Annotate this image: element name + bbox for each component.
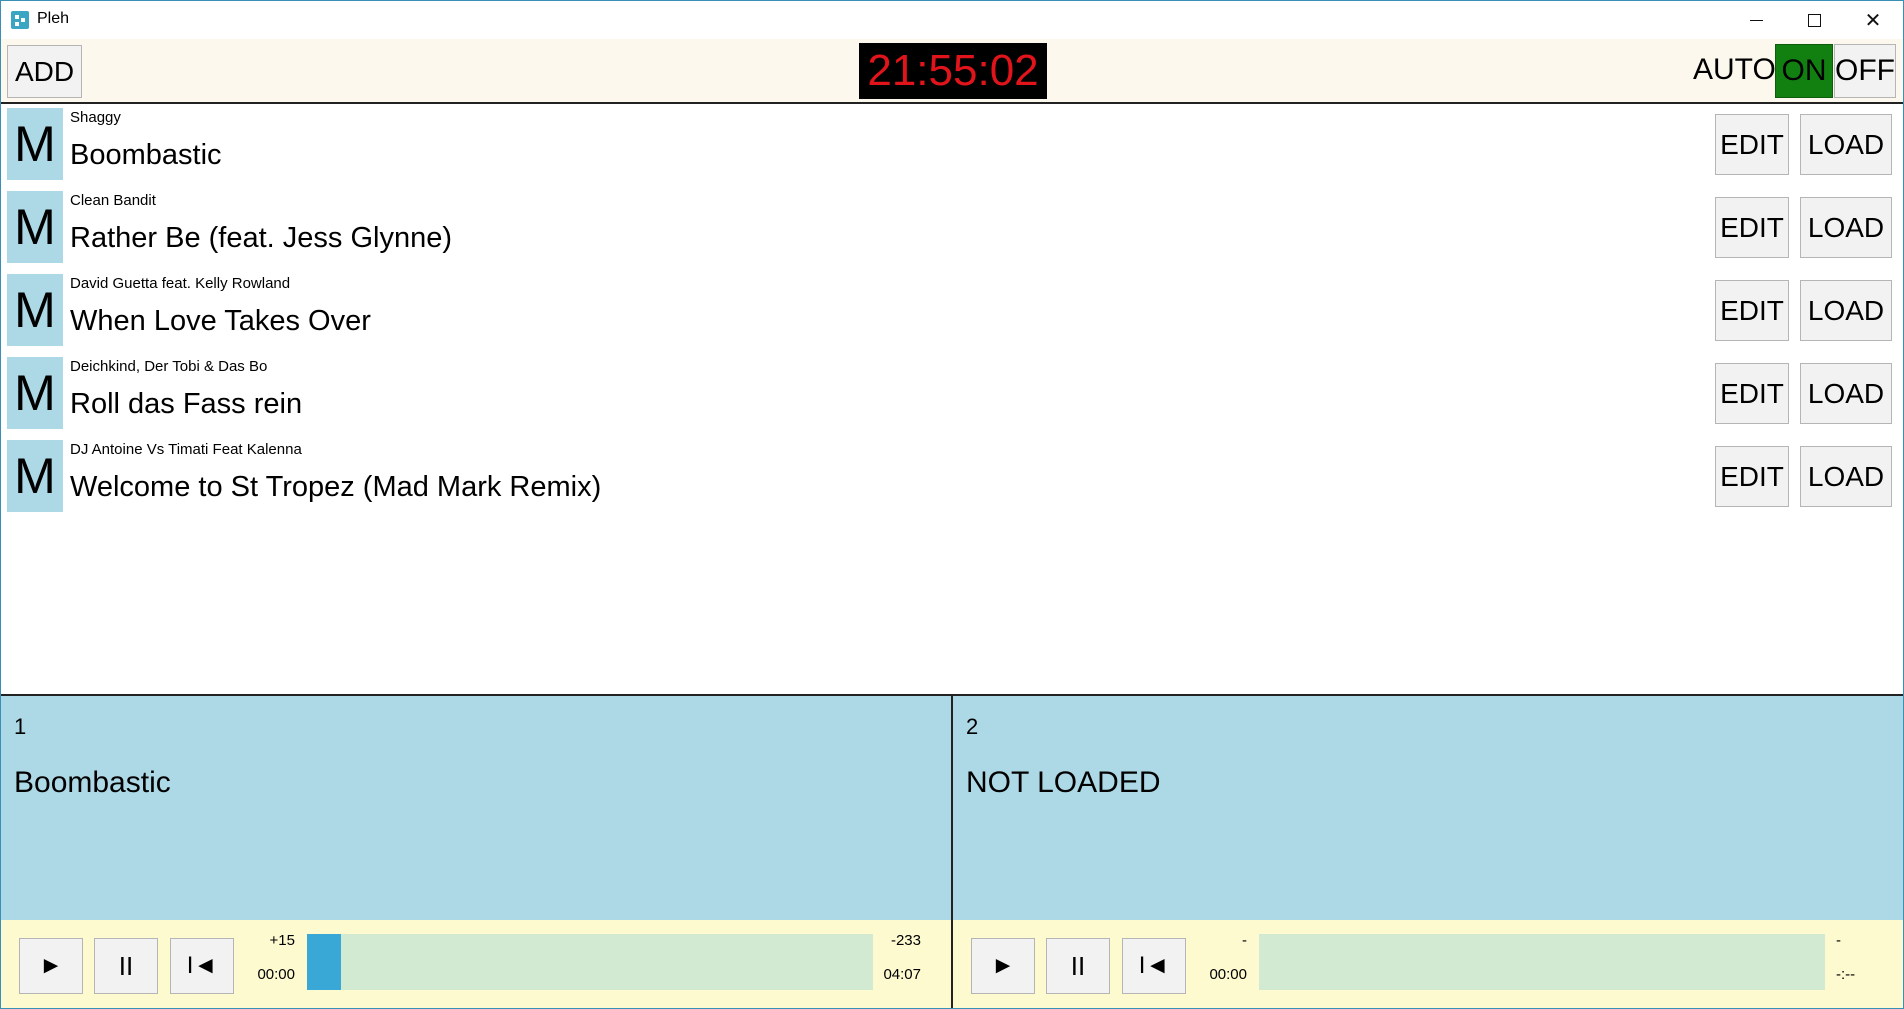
remaining-seconds: - bbox=[1836, 932, 1841, 949]
load-button[interactable]: LOAD bbox=[1800, 446, 1892, 507]
deck-number: 1 bbox=[14, 714, 27, 739]
rewind-button[interactable]: I◄ bbox=[1122, 938, 1186, 994]
add-button[interactable]: ADD bbox=[7, 45, 82, 98]
edit-button[interactable]: EDIT bbox=[1715, 446, 1789, 507]
progress-fill bbox=[307, 934, 341, 990]
minimize-icon bbox=[1749, 19, 1763, 21]
maximize-button[interactable] bbox=[1785, 1, 1843, 39]
music-icon: M bbox=[7, 440, 63, 512]
music-icon: M bbox=[7, 191, 63, 263]
auto-off-button[interactable]: OFF bbox=[1834, 44, 1896, 98]
window-title: Pleh bbox=[37, 10, 70, 27]
deck-1: 1 Boombastic ► II I◄ +15 00:00 -233 04:0… bbox=[1, 696, 951, 1008]
track-list: M Shaggy Boombastic EDIT LOAD M Clean Ba… bbox=[1, 104, 1903, 694]
auto-label: AUTO bbox=[1693, 53, 1776, 86]
play-icon: ► bbox=[39, 952, 63, 979]
load-button[interactable]: LOAD bbox=[1800, 114, 1892, 175]
deck-number: 2 bbox=[966, 714, 979, 739]
load-button[interactable]: LOAD bbox=[1800, 197, 1892, 258]
play-button[interactable]: ► bbox=[971, 938, 1035, 994]
close-button[interactable]: ✕ bbox=[1844, 1, 1902, 39]
total-time: -:-- bbox=[1836, 966, 1856, 983]
elapsed-time: 00:00 bbox=[1209, 966, 1247, 983]
remaining-seconds: -233 bbox=[890, 932, 921, 949]
play-button[interactable]: ► bbox=[19, 938, 83, 994]
deck-title: Boombastic bbox=[14, 766, 171, 799]
progress-bar[interactable] bbox=[1259, 934, 1825, 990]
pause-button[interactable]: II bbox=[1046, 938, 1110, 994]
rewind-icon: I◄ bbox=[186, 952, 218, 979]
pause-icon: II bbox=[1070, 950, 1086, 981]
track-row: M Clean Bandit Rather Be (feat. Jess Gly… bbox=[1, 187, 1903, 270]
elapsed-seconds: +15 bbox=[269, 932, 295, 949]
elapsed-time: 00:00 bbox=[257, 966, 295, 983]
track-row: M Deichkind, Der Tobi & Das Bo Roll das … bbox=[1, 353, 1903, 436]
title-bar: Pleh ✕ bbox=[1, 1, 1903, 39]
minimize-button[interactable] bbox=[1727, 1, 1785, 39]
app-window: Pleh ✕ ADD 21:55:02 AUTO ON OFF M Shaggy… bbox=[0, 0, 1904, 1009]
track-artist: Clean Bandit bbox=[70, 192, 156, 209]
progress-bar[interactable] bbox=[307, 934, 873, 990]
edit-button[interactable]: EDIT bbox=[1715, 280, 1789, 341]
deck-controls: ► II I◄ +15 00:00 -233 04:07 bbox=[1, 920, 951, 1008]
elapsed-seconds: - bbox=[1242, 932, 1247, 949]
deck-title: NOT LOADED bbox=[966, 766, 1161, 799]
app-logo-icon bbox=[11, 11, 29, 29]
decks-panel: 1 Boombastic ► II I◄ +15 00:00 -233 04:0… bbox=[1, 694, 1903, 1008]
track-artist: Shaggy bbox=[70, 109, 121, 126]
play-icon: ► bbox=[991, 952, 1015, 979]
track-title: Rather Be (feat. Jess Glynne) bbox=[70, 222, 452, 254]
track-row: M David Guetta feat. Kelly Rowland When … bbox=[1, 270, 1903, 353]
track-artist: David Guetta feat. Kelly Rowland bbox=[70, 275, 291, 292]
track-row: M DJ Antoine Vs Timati Feat Kalenna Welc… bbox=[1, 436, 1903, 519]
track-artist: Deichkind, Der Tobi & Das Bo bbox=[70, 358, 268, 375]
track-title: Boombastic bbox=[70, 139, 222, 171]
track-row: M Shaggy Boombastic EDIT LOAD bbox=[1, 104, 1903, 187]
edit-button[interactable]: EDIT bbox=[1715, 114, 1789, 175]
music-icon: M bbox=[7, 108, 63, 180]
music-icon: M bbox=[7, 274, 63, 346]
pause-icon: II bbox=[118, 950, 134, 981]
track-title: Roll das Fass rein bbox=[70, 388, 303, 420]
close-icon: ✕ bbox=[1864, 8, 1882, 32]
auto-on-button[interactable]: ON bbox=[1775, 44, 1833, 98]
load-button[interactable]: LOAD bbox=[1800, 280, 1892, 341]
rewind-icon: I◄ bbox=[1138, 952, 1170, 979]
edit-button[interactable]: EDIT bbox=[1715, 197, 1789, 258]
deck-2: 2 NOT LOADED ► II I◄ - 00:00 - -:-- bbox=[953, 696, 1903, 1008]
track-title: Welcome to St Tropez (Mad Mark Remix) bbox=[70, 471, 602, 503]
clock-display: 21:55:02 bbox=[859, 43, 1047, 99]
pause-button[interactable]: II bbox=[94, 938, 158, 994]
edit-button[interactable]: EDIT bbox=[1715, 363, 1789, 424]
track-title: When Love Takes Over bbox=[70, 305, 371, 337]
total-time: 04:07 bbox=[883, 966, 921, 983]
music-icon: M bbox=[7, 357, 63, 429]
deck-controls: ► II I◄ - 00:00 - -:-- bbox=[953, 920, 1903, 1008]
track-artist: DJ Antoine Vs Timati Feat Kalenna bbox=[70, 441, 302, 458]
toolbar: ADD 21:55:02 AUTO ON OFF bbox=[1, 39, 1903, 104]
maximize-icon bbox=[1807, 13, 1821, 27]
load-button[interactable]: LOAD bbox=[1800, 363, 1892, 424]
rewind-button[interactable]: I◄ bbox=[170, 938, 234, 994]
